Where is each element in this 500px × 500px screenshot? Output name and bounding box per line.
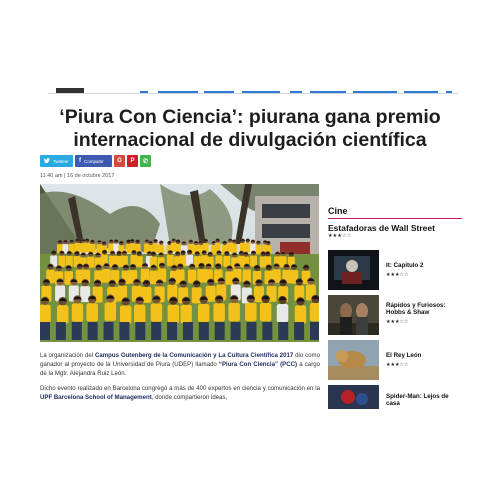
movie-title[interactable]: Rápidos y Furiosos: Hobbs & Shaw <box>386 302 462 316</box>
sidebar-cine: Cine Estafadoras de Wall Street ★★★☆☆ It… <box>328 206 462 409</box>
sidebar-divider <box>328 218 462 219</box>
twitter-icon <box>44 157 50 165</box>
movie-thumbnail[interactable] <box>328 250 379 290</box>
movie-thumbnail[interactable] <box>328 340 379 380</box>
event-name-highlight: Campus Gutenberg de la Comunicación y La… <box>94 352 294 359</box>
project-name-highlight: “Piura Con Ciencia” (PCC) <box>218 361 298 368</box>
article-body: La organización del Campus Gutenberg de … <box>40 351 320 408</box>
article-paragraph-2: Dicho evento realizado en Barcelona cong… <box>40 384 320 402</box>
movie-title[interactable]: El Rey León <box>386 352 462 359</box>
facebook-share-label: Compartir <box>84 158 104 164</box>
movie-thumbnail[interactable] <box>328 385 379 409</box>
movie-thumbnail[interactable] <box>328 295 379 335</box>
movie-rating: ★★★☆☆ <box>386 319 409 325</box>
pinterest-icon: P <box>130 158 135 164</box>
twitter-share-label: Twittear <box>53 158 69 164</box>
movie-rating: ★★★☆☆ <box>386 362 409 368</box>
article-headline: ‘Piura Con Ciencia’: piurana gana premio… <box>59 106 441 151</box>
googleplus-icon: G <box>117 158 122 164</box>
school-name-highlight: UPF Barcelona School of Management <box>40 394 152 401</box>
article-paragraph-1: La organización del Campus Gutenberg de … <box>40 351 320 378</box>
movie-item-hobbs-shaw[interactable]: Rápidos y Furiosos: Hobbs & Shaw ★★★☆☆ <box>328 295 462 335</box>
article-dateline: 11:40 am | 16 de octubre 2017 <box>40 173 115 179</box>
whatsapp-icon: ✆ <box>142 158 149 165</box>
featured-movie-title[interactable]: Estafadoras de Wall Street <box>328 223 462 233</box>
text-run: La organización del <box>40 352 95 359</box>
nav-divider <box>48 93 458 94</box>
sidebar-section-title[interactable]: Cine <box>328 206 462 216</box>
twitter-share-button[interactable]: Twittear <box>40 155 73 167</box>
top-navigation-bar <box>48 86 458 94</box>
googleplus-share-button[interactable]: G <box>114 155 125 167</box>
share-bar: Twittear f Compartir G P ✆ <box>40 155 151 167</box>
featured-movie-rating: ★★★☆☆ <box>328 233 352 239</box>
pinterest-share-button[interactable]: P <box>127 155 138 167</box>
whatsapp-share-button[interactable]: ✆ <box>140 155 151 167</box>
movie-item-rey-leon[interactable]: El Rey León ★★★☆☆ <box>328 340 462 380</box>
text-run: Dicho evento realizado en Barcelona cong… <box>40 385 320 392</box>
movie-title[interactable]: Spider-Man: Lejos de casa <box>386 393 462 407</box>
movie-rating: ★★★☆☆ <box>386 272 409 278</box>
movie-item-it[interactable]: It: Capítulo 2 ★★★☆☆ <box>328 250 462 290</box>
movie-item-spiderman[interactable]: Spider-Man: Lejos de casa <box>328 385 462 409</box>
text-run: , donde compartieron ideas, <box>151 394 228 401</box>
facebook-share-button[interactable]: f Compartir <box>75 155 112 167</box>
article-photo-group[interactable] <box>40 184 319 342</box>
movie-title[interactable]: It: Capítulo 2 <box>386 262 462 269</box>
facebook-icon: f <box>79 158 81 164</box>
